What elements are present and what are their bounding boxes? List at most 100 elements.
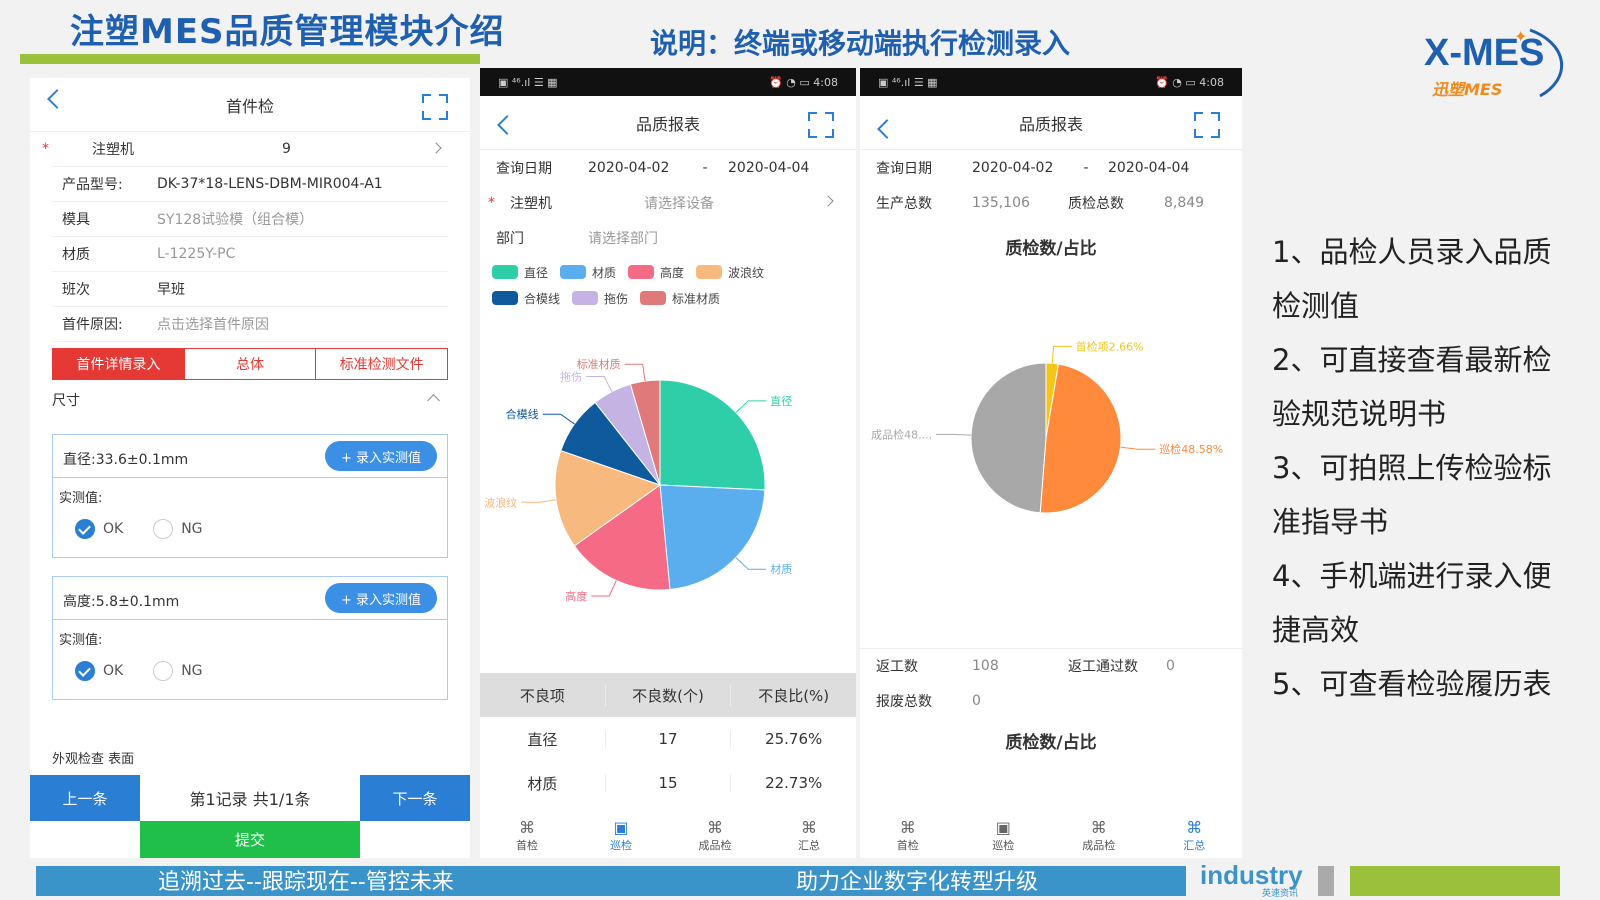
status-clock: ⏰ ◔ ▭ 4:08 (769, 75, 838, 89)
slide-subtitle: 说明：终端或移动端执行检测录入 (650, 27, 1071, 60)
signal-icon: ▣ ⁴⁶.ıl ☰ ▦ (498, 75, 558, 89)
reason-picker[interactable]: 点击选择首件原因 (157, 314, 269, 334)
legend-entry[interactable]: 直径 (492, 259, 548, 285)
legend-entry[interactable]: 合模线 (492, 285, 560, 311)
scrap-value: 0 (972, 692, 981, 709)
divider (53, 477, 447, 478)
required-mark: * (488, 194, 495, 211)
legend-label: 波浪纹 (728, 265, 765, 280)
prod-total-value: 135,106 (972, 194, 1030, 211)
feature-item: 1、品检人员录入品质检测值 (1272, 235, 1552, 323)
ok-radio[interactable] (75, 661, 95, 681)
machine-select-row[interactable]: * 注塑机 请选择设备 (488, 185, 840, 220)
tab-summary[interactable]: ⌘ 汇总 (762, 814, 856, 858)
fullscreen-icon[interactable] (1194, 112, 1220, 138)
field-product-model: 产品型号: DK-37*18-LENS-DBM-MIR004-A1 (52, 167, 448, 202)
legend-label: 拖伤 (604, 291, 629, 306)
pie-leader-line (735, 557, 767, 570)
machine-select[interactable]: 请选择设备 (644, 193, 714, 213)
table-cell: 材质 (527, 774, 558, 793)
qc-total-value: 8,849 (1164, 194, 1205, 211)
chevron-up-icon[interactable] (427, 394, 440, 407)
status-bar: ▣ ⁴⁶.ıl ☰ ▦ ⏰ ◔ ▭ 4:08 (480, 68, 856, 96)
section-appearance[interactable]: 外观检查 表面 (52, 748, 134, 767)
measure-card-diameter: 直径:33.6±0.1mm + 录入实测值 实测值: OK NG (52, 434, 448, 558)
add-measured-button[interactable]: + 录入实测值 (324, 441, 437, 471)
prod-total-label: 生产总数 (876, 195, 932, 212)
legend-entry[interactable]: 高度 (628, 259, 684, 285)
prev-button[interactable]: 上一条 (30, 775, 140, 821)
record-indicator: 第1记录 共1/1条 (140, 775, 360, 821)
pie-label: 标准材质 (577, 357, 621, 371)
pie-slice[interactable] (970, 362, 1047, 514)
field-first-reason[interactable]: 首件原因: 点击选择首件原因 (52, 307, 448, 342)
ng-radio[interactable] (153, 519, 174, 539)
next-button[interactable]: 下一条 (360, 775, 470, 821)
xmes-logo: ✦ X-MES 迅塑MES (1420, 22, 1580, 102)
field-machine[interactable]: * 注塑机 9 (42, 132, 448, 167)
tab-patrol-inspection[interactable]: ▣ 巡检 (574, 814, 668, 858)
qc-total-label: 质检总数 (1068, 195, 1124, 212)
legend-entry[interactable]: 波浪纹 (696, 259, 764, 285)
field-value: 9 (282, 141, 291, 157)
add-measured-button[interactable]: + 录入实测值 (324, 583, 437, 613)
tab-overall[interactable]: 总体 (185, 349, 317, 379)
pie-label: 首检项2.66% (1076, 339, 1144, 353)
legend-swatch (696, 265, 723, 279)
pie-slice[interactable] (659, 379, 766, 491)
pie-label: 直径 (770, 394, 792, 408)
tab-first-inspection[interactable]: ⌘ 首检 (480, 814, 574, 858)
back-icon[interactable] (497, 115, 517, 135)
pie-leader-line (1051, 345, 1072, 364)
bottom-tab-bar: ⌘ 首检 ▣ 巡检 ⌘ 成品检 ⌘ 汇总 (480, 814, 856, 858)
bottom-tab-bar: ⌘ 首检 ▣ 巡检 ⌘ 成品检 ⌘ 汇总 (860, 814, 1242, 858)
pie-label: 巡检48.58% (1159, 442, 1223, 456)
back-icon[interactable] (877, 119, 897, 139)
submit-button[interactable]: 提交 (140, 821, 360, 858)
legend-entry[interactable]: 拖伤 (572, 285, 628, 311)
tab-standard-file[interactable]: 标准检测文件 (316, 349, 447, 379)
legend-entry[interactable]: 材质 (560, 259, 616, 285)
date-to-field[interactable]: 2020-04-04 (728, 160, 809, 176)
chart-legend: 直径 材质 高度 波浪纹合模线 拖伤 标准材质 (492, 259, 844, 311)
date-query-row: 查询日期 2020-04-02 - 2020-04-04 (496, 150, 840, 185)
legend-swatch (492, 291, 518, 305)
legend-label: 高度 (660, 265, 685, 280)
dept-label: 部门 (496, 230, 524, 247)
dept-select-row[interactable]: 部门 请选择部门 (496, 220, 840, 255)
fullscreen-icon[interactable] (422, 94, 448, 120)
pie-slice[interactable] (659, 484, 766, 591)
detail-tabs: 首件详情录入 总体 标准检测文件 (52, 348, 448, 380)
legend-entry[interactable]: 标准材质 (640, 285, 720, 311)
table-header: 不良项 不良数(个) 不良比(%) (480, 673, 856, 717)
footer-left-text: 追溯过去--跟踪现在--管控未来 (158, 870, 454, 895)
tab-finished-inspection[interactable]: ⌘ 成品检 (1051, 814, 1147, 858)
table-cell: 直径 (527, 730, 558, 749)
chart-title: 质检数/占比 (1005, 239, 1097, 259)
measured-label: 实测值: (59, 491, 103, 506)
legend-label: 合模线 (524, 291, 561, 306)
tab-finished-inspection[interactable]: ⌘ 成品检 (668, 814, 762, 858)
field-value: DK-37*18-LENS-DBM-MIR004-A1 (157, 176, 383, 192)
back-icon[interactable] (47, 89, 67, 109)
date-to-field[interactable]: 2020-04-04 (1108, 160, 1189, 176)
ok-radio[interactable] (75, 519, 95, 539)
tab-first-inspection[interactable]: ⌘ 首检 (860, 814, 956, 858)
ok-ng-radios: OK NG (75, 519, 203, 539)
machine-label: 注塑机 (510, 195, 552, 212)
date-from-field[interactable]: 2020-04-02 (972, 160, 1064, 176)
date-from-field[interactable]: 2020-04-02 (588, 160, 682, 176)
feature-item: 2、可直接查看最新检验规范说明书 (1272, 343, 1552, 431)
title-underline (20, 54, 480, 64)
section-dimension[interactable]: 尺寸 (52, 390, 448, 412)
fullscreen-icon[interactable] (808, 112, 834, 138)
tab-patrol-inspection[interactable]: ▣ 巡检 (956, 814, 1052, 858)
col-header: 不良项 (519, 686, 565, 705)
tab-detail-entry[interactable]: 首件详情录入 (53, 349, 185, 379)
field-value: L-1225Y-PC (157, 246, 236, 262)
feature-list: 1、品检人员录入品质检测值 2、可直接查看最新检验规范说明书 3、可拍照上传检验… (1272, 225, 1572, 711)
dept-select[interactable]: 请选择部门 (588, 228, 658, 248)
tab-summary[interactable]: ⌘ 汇总 (1147, 814, 1243, 858)
ng-radio[interactable] (153, 661, 174, 681)
query-label: 查询日期 (496, 160, 552, 177)
